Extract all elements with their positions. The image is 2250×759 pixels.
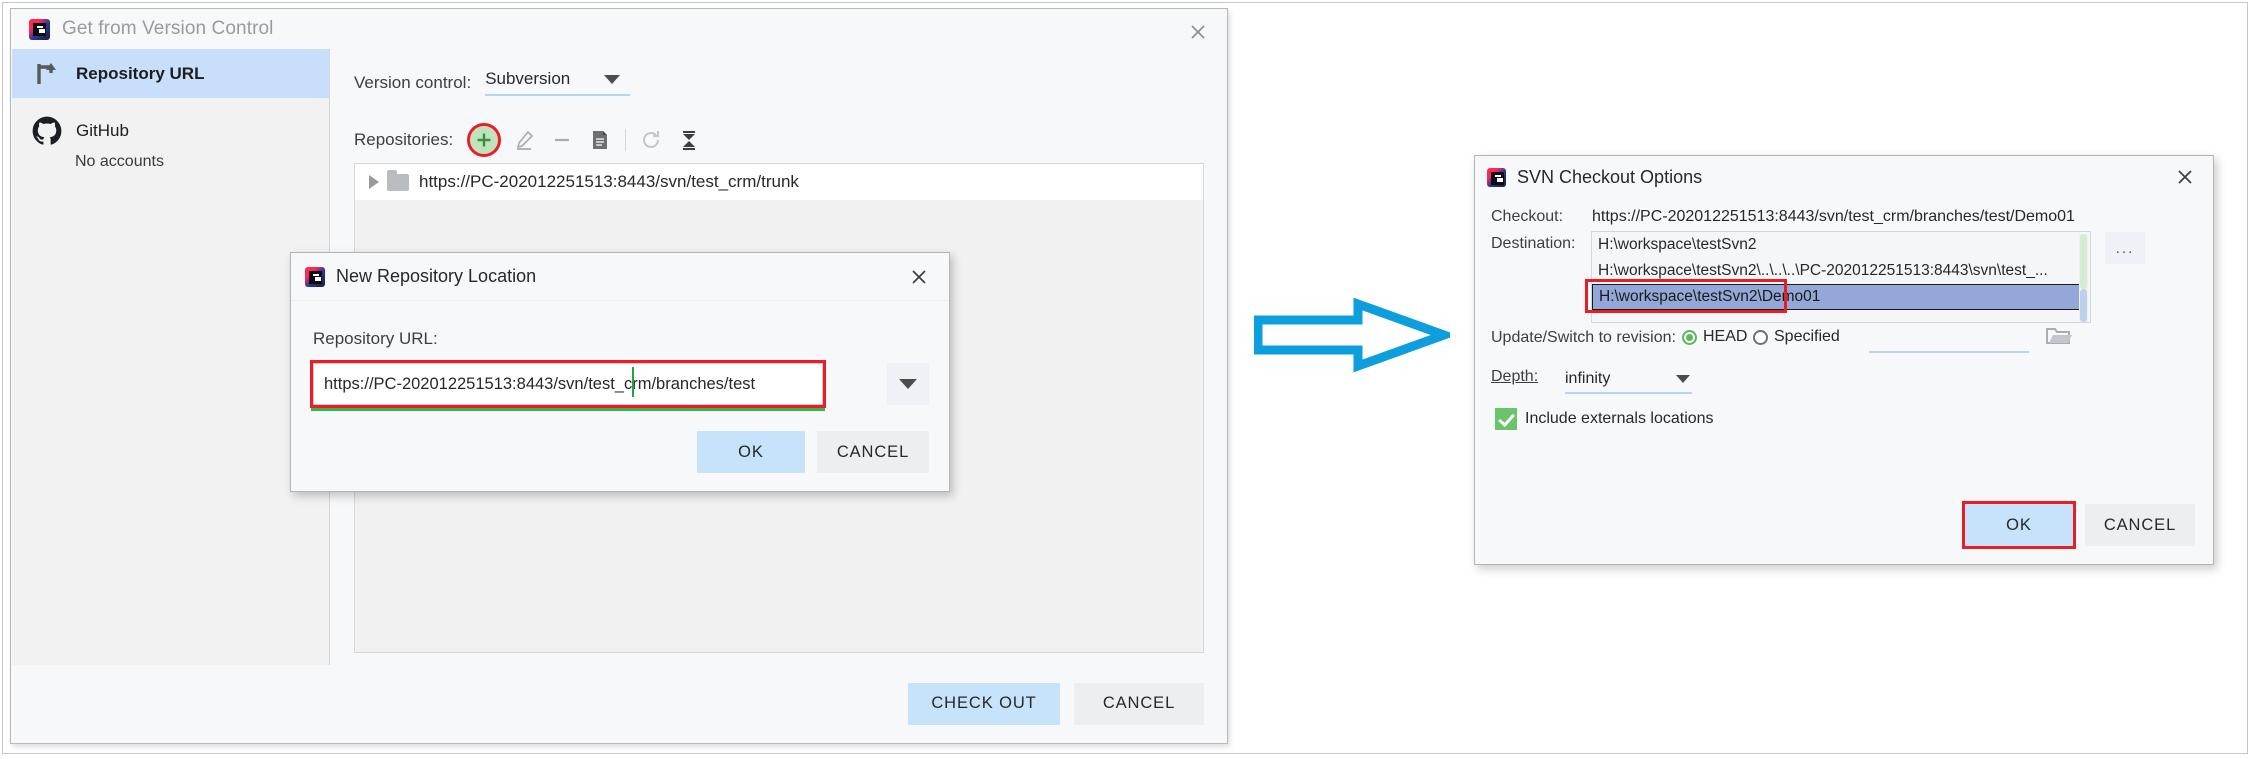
window-titlebar: Get from Version Control [11,9,1227,49]
version-control-row: Version control: Subversion [354,69,631,96]
repository-url-label: Repository URL: [313,329,438,348]
destination-option-selected[interactable]: H:\workspace\testSvn2\Demo01 [1592,284,2086,310]
ok-button[interactable]: OK [1962,501,2076,549]
revision-radio-specified-label: Specified [1774,328,1840,345]
checkout-url-value: https://PC-202012251513:8443/svn/test_cr… [1592,208,2075,225]
include-externals-checkbox-row[interactable]: Include externals locations [1495,408,1714,430]
chevron-right-icon[interactable] [369,175,379,189]
refresh-icon[interactable] [632,124,670,156]
dialog-title: New Repository Location [336,266,537,286]
sidebar-item-label: GitHub [76,120,129,140]
depth-select[interactable]: infinity [1565,366,1692,394]
destination-option[interactable]: H:\workspace\testSvn2 [1592,232,2090,258]
window-title: Get from Version Control [62,18,274,39]
window-footer: CHECK OUT CANCEL [12,665,1226,742]
close-icon[interactable] [2175,167,2195,187]
folder-browse-icon[interactable] [2045,324,2073,353]
close-icon[interactable] [909,267,929,287]
checkbox-checked-icon[interactable] [1495,408,1517,430]
depth-label: Depth: [1491,368,1538,386]
edit-repository-button[interactable] [505,124,543,156]
depth-label-text: Depth: [1491,368,1539,385]
radio-button-icon [1753,329,1768,345]
repository-url-history-dropdown[interactable] [887,363,929,405]
chevron-down-icon [604,74,621,84]
scrollbar-thumb-green[interactable] [2080,234,2087,289]
repository-url-input[interactable] [314,374,822,394]
checkout-label: Checkout: [1491,208,1564,225]
check-out-button[interactable]: CHECK OUT [908,682,1060,725]
text-caret [632,367,634,397]
new-repository-location-dialog: New Repository Location Repository URL: … [290,252,950,492]
sidebar-github-no-accounts: No accounts [75,153,164,170]
version-control-label: Version control: [354,72,472,92]
dialog-title: SVN Checkout Options [1517,166,1703,187]
dialog-buttons: OK CANCEL [1962,501,2195,549]
jetbrains-logo-icon [305,266,325,287]
destination-dropdown-list[interactable]: H:\workspace\testSvn2 H:\workspace\testS… [1591,231,2091,323]
jetbrains-logo-icon [1487,167,1506,187]
chevron-down-icon [899,379,917,389]
scrollbar-thumb-blue[interactable] [2080,289,2087,322]
copy-repository-button[interactable] [581,124,619,156]
dialog-titlebar: New Repository Location [291,253,949,301]
cancel-button[interactable]: CANCEL [1074,682,1204,725]
revision-input[interactable] [1869,329,2029,353]
destination-browse-button[interactable]: ... [2105,232,2145,264]
revision-radio-head-label: HEAD [1703,328,1748,345]
revision-label: Update/Switch to revision: [1491,329,1676,346]
remove-repository-button[interactable] [543,124,581,156]
repositories-label: Repositories: [354,130,454,149]
sidebar-item-label: Repository URL [76,63,205,83]
ok-button[interactable]: OK [697,431,805,473]
sidebar-item-github[interactable]: GitHub [12,106,329,155]
dialog-buttons: OK CANCEL [697,431,929,473]
branch-icon [32,59,62,89]
close-icon[interactable] [1187,21,1209,43]
repositories-row: Repositories: [354,123,708,157]
dialog-titlebar: SVN Checkout Options [1475,156,2213,198]
destination-scrollbar[interactable] [2079,234,2088,322]
radio-button-icon [1682,329,1697,345]
screenshot-root: Get from Version Control Repository URL [0,0,2250,759]
revision-radio-specified[interactable]: Specified [1753,328,1840,346]
cancel-button[interactable]: CANCEL [817,431,929,473]
version-control-select[interactable]: Subversion [485,69,631,96]
blue-right-arrow [1253,296,1458,374]
repository-tree-item-label: https://PC-202012251513:8443/svn/test_cr… [419,172,799,191]
sidebar: Repository URL GitHub No accounts [12,49,330,665]
repository-tree-item[interactable]: https://PC-202012251513:8443/svn/test_cr… [355,164,1203,200]
cancel-button[interactable]: CANCEL [2085,504,2195,546]
folder-icon [387,169,409,191]
sidebar-item-repository-url[interactable]: Repository URL [12,49,329,98]
version-control-value: Subversion [485,69,571,88]
destination-option[interactable]: H:\workspace\testSvn2\..\..\..\PC-202012… [1592,258,2090,284]
sidebar-group-github: GitHub No accounts [12,106,329,171]
github-icon [32,116,62,146]
add-repository-button[interactable] [467,123,502,157]
revision-radio-head[interactable]: HEAD [1682,328,1747,346]
collapse-all-icon[interactable] [670,124,708,156]
depth-value: infinity [1565,370,1611,387]
include-externals-label: Include externals locations [1525,410,1714,427]
svn-checkout-options-dialog: SVN Checkout Options Checkout: https://P… [1474,155,2214,565]
chevron-down-icon [1676,375,1690,383]
repositories-toolbar [463,123,708,157]
destination-label: Destination: [1491,235,1576,252]
toolbar-divider [625,129,627,151]
repository-url-input-wrapper[interactable] [310,360,826,411]
jetbrains-logo-icon [29,18,50,40]
